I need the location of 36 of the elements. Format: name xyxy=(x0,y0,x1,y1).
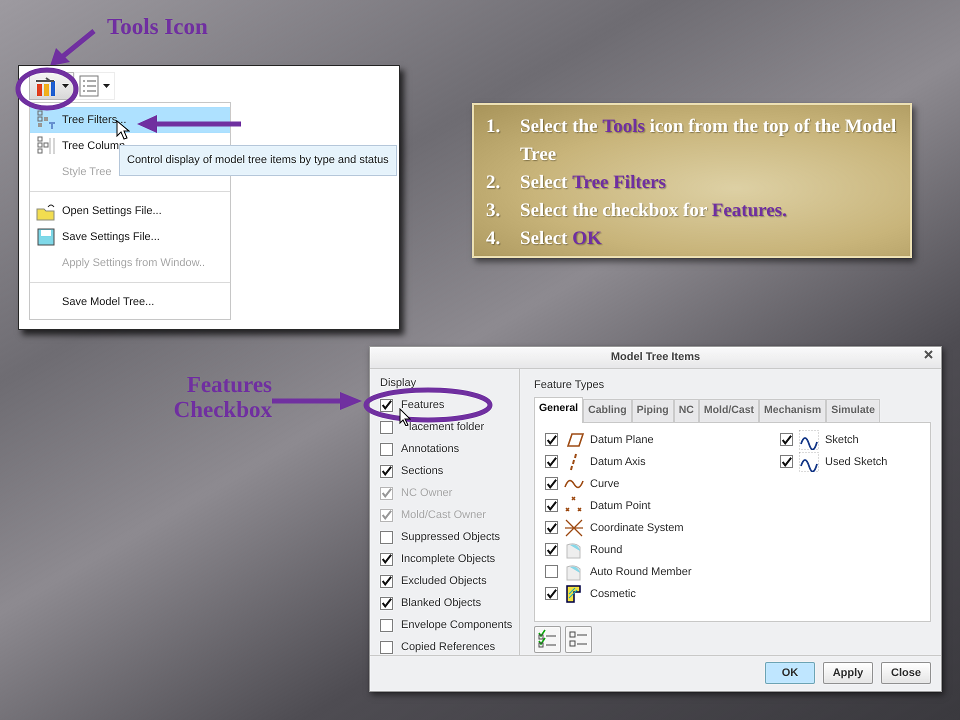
feature-label: Coordinate System xyxy=(590,520,684,536)
step-number: 1. xyxy=(486,115,502,139)
tooltip: Control display of model tree items by type and status xyxy=(119,145,397,176)
feature-label: Round xyxy=(590,542,622,558)
section-label: Feature Types xyxy=(534,378,606,393)
feature-label: Datum Axis xyxy=(590,454,646,470)
checkbox-label: Suppressed Objects xyxy=(401,530,500,545)
section-label: Display xyxy=(380,376,418,391)
checkbox-label: Annotations xyxy=(401,442,460,457)
callout-label: Tools Icon xyxy=(107,14,208,40)
feature-label: Sketch xyxy=(825,432,859,448)
instruction-step: Select the checkbox for Features. xyxy=(520,197,787,225)
checkbox-label: Features xyxy=(401,398,444,413)
feature-label: Cosmetic xyxy=(590,586,636,602)
instruction-step: Select the Tools icon from the top of the Model Tree xyxy=(520,113,898,169)
checkbox-label: Mold/Cast Owner xyxy=(401,508,486,523)
checkbox-label: Sections xyxy=(401,464,444,479)
instruction-step: Select Tree Filters xyxy=(520,169,666,197)
checkbox-label: Copied References xyxy=(401,640,496,655)
feature-label: Auto Round Member xyxy=(590,564,692,580)
checkbox-label: Incomplete Objects xyxy=(401,552,496,567)
callout-label: Features Checkbox xyxy=(172,372,272,423)
feature-label: Used Sketch xyxy=(825,454,888,470)
dialog-title: Model Tree Items xyxy=(610,350,700,366)
step-number: 2. xyxy=(486,171,502,195)
step-number: 4. xyxy=(486,227,502,251)
checkbox-label: NC Owner xyxy=(401,486,452,501)
feature-label: Datum Point xyxy=(590,498,651,514)
feature-label: Datum Plane xyxy=(590,432,654,448)
checkbox-label: lacement folder xyxy=(409,420,484,435)
checkbox-label: Blanked Objects xyxy=(401,596,482,611)
checkbox-label: Envelope Components xyxy=(401,618,512,633)
feature-label: Curve xyxy=(590,476,620,492)
step-number: 3. xyxy=(486,199,502,223)
instruction-step: Select OK xyxy=(520,225,602,253)
checkbox-label: Excluded Objects xyxy=(401,574,487,589)
